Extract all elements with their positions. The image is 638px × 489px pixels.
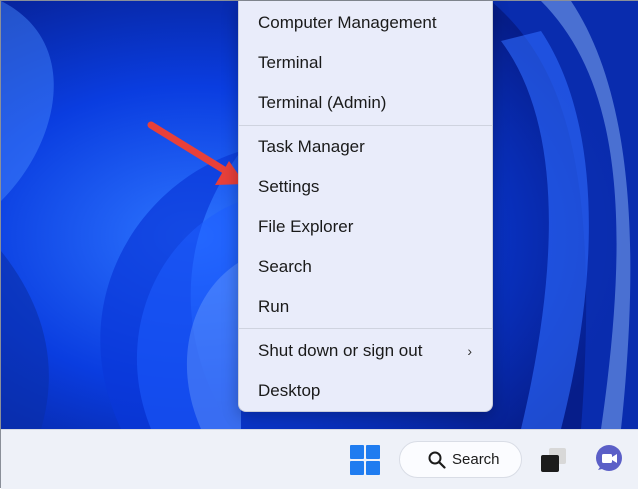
menu-separator	[239, 125, 492, 126]
taskbar-search-button[interactable]: Search	[399, 441, 522, 478]
menu-item-desktop[interactable]: Desktop	[239, 371, 492, 411]
menu-item-search[interactable]: Search	[239, 247, 492, 287]
windows-start-icon[interactable]	[350, 445, 380, 475]
quick-link-menu: Computer Management Terminal Terminal (A…	[238, 1, 493, 412]
menu-item-task-manager[interactable]: Task Manager	[239, 127, 492, 167]
menu-item-run[interactable]: Run	[239, 287, 492, 327]
search-icon	[428, 451, 446, 469]
menu-item-terminal-admin[interactable]: Terminal (Admin)	[239, 83, 492, 123]
menu-item-label: Shut down or sign out	[258, 341, 423, 360]
menu-item-shut-down-or-sign-out[interactable]: Shut down or sign out ›	[239, 331, 492, 371]
taskbar-search-label: Search	[452, 451, 500, 468]
chevron-right-icon: ›	[467, 343, 472, 359]
menu-separator	[239, 328, 492, 329]
task-view-icon[interactable]	[539, 445, 569, 475]
menu-item-settings[interactable]: Settings	[239, 167, 492, 207]
menu-item-computer-management[interactable]: Computer Management	[239, 3, 492, 43]
menu-item-file-explorer[interactable]: File Explorer	[239, 207, 492, 247]
chat-icon[interactable]	[594, 444, 624, 474]
menu-item-terminal[interactable]: Terminal	[239, 43, 492, 83]
